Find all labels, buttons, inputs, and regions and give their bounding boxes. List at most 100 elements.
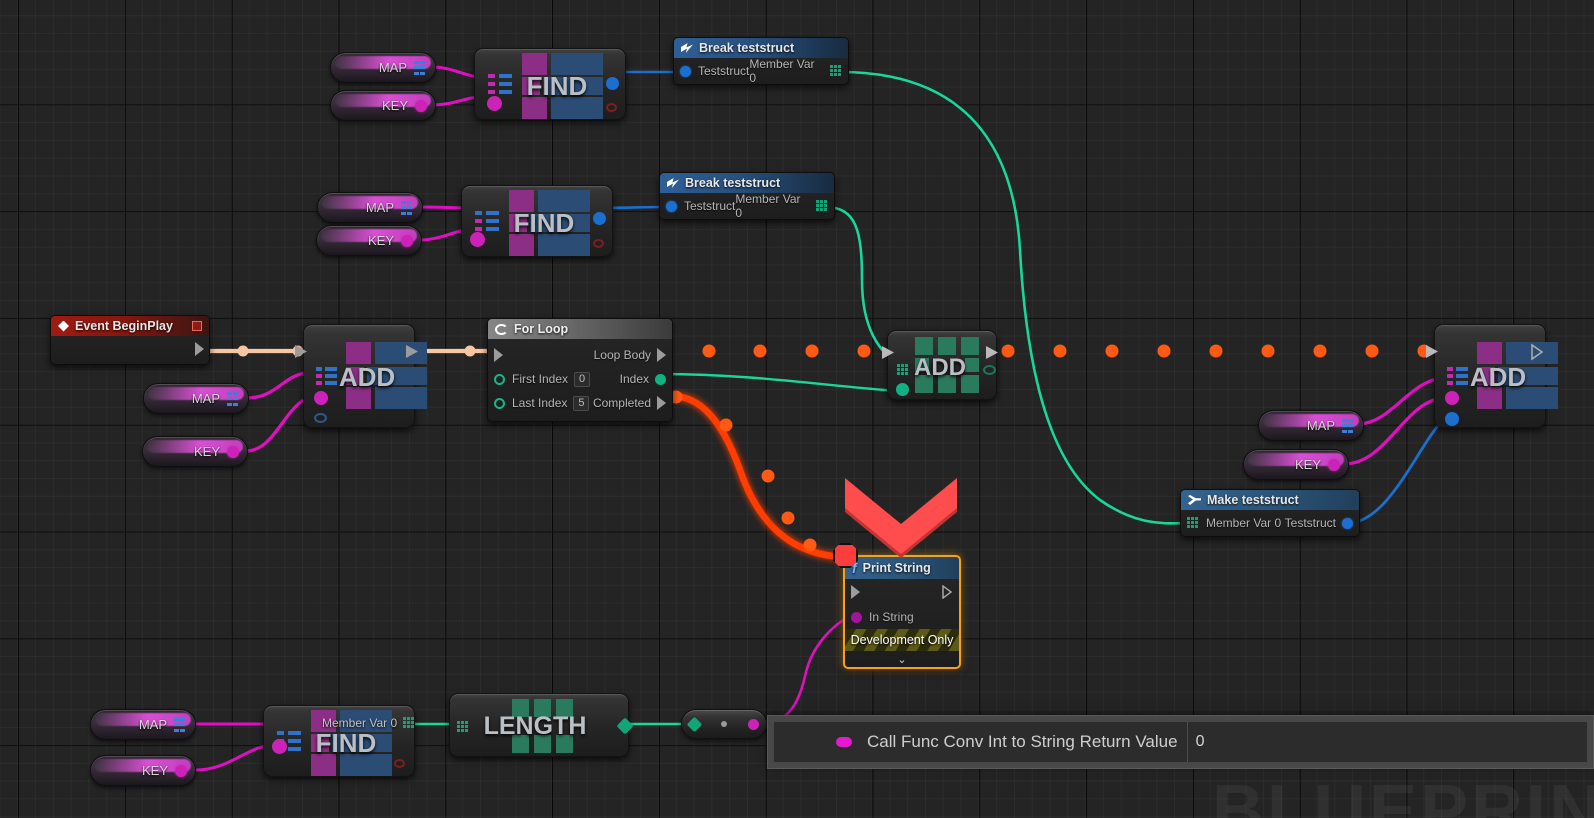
map-pin-icon[interactable]	[1342, 418, 1355, 433]
exec-in-pin[interactable]	[494, 348, 503, 362]
var-pill-map-2[interactable]: MAP	[317, 192, 423, 223]
var-pill-map-5[interactable]: MAP	[90, 709, 196, 740]
node-print-string[interactable]: f Print String In String Development Onl…	[843, 555, 961, 669]
value-pin-icon[interactable]	[401, 234, 413, 247]
node-event-begin-play[interactable]: Event BeginPlay	[50, 315, 210, 365]
node-title-bar: Break teststruct	[660, 173, 834, 193]
teststruct-in-label: Teststruct	[698, 64, 750, 78]
var-pill-key-2[interactable]: KEY	[316, 225, 422, 256]
watch-value-window[interactable]: Call Func Conv Int to String Return Valu…	[767, 715, 1594, 769]
add-1-key-pin[interactable]	[314, 391, 328, 405]
find-2-bool-pin[interactable]	[593, 239, 604, 248]
var-pill-map-3[interactable]: MAP	[143, 383, 249, 414]
print-exec-row	[845, 579, 959, 605]
map-pin-icon[interactable]	[174, 717, 187, 732]
map-pin-icon[interactable]	[401, 200, 414, 215]
var-pill-label: KEY	[141, 763, 168, 778]
completed-exec-pin[interactable]	[657, 396, 666, 410]
add-1-glyphs: ADD	[295, 325, 427, 427]
add-3-value-pin[interactable]	[1445, 412, 1459, 426]
member-var-0-label: Member Var 0	[1206, 516, 1282, 530]
blueprint-graph-canvas[interactable]: Event BeginPlay For Loop Loop Body First…	[0, 0, 1594, 818]
var-pill-map-4[interactable]: MAP	[1258, 410, 1364, 441]
teststruct-in-pin[interactable]	[666, 200, 677, 212]
in-string-pin[interactable]	[851, 611, 862, 623]
node-length[interactable]: LENGTH	[449, 693, 634, 757]
node-break-teststruct-1[interactable]: Break teststruct Teststruct Member Var 0	[673, 37, 849, 85]
break-struct-icon	[667, 178, 679, 188]
loop-body-exec-pin[interactable]	[657, 348, 666, 362]
stop-square-icon[interactable]	[192, 321, 202, 331]
for-loop-last-index-row: Last Index 5 Completed	[488, 391, 672, 415]
member-var-0-overlay-label: Member Var 0	[322, 716, 398, 730]
index-out-pin[interactable]	[655, 373, 666, 385]
first-index-value[interactable]: 0	[574, 371, 591, 387]
map-pin-icon[interactable]	[414, 60, 427, 75]
add-2-bool-out-pin[interactable]	[983, 365, 996, 375]
find-1-out-pin[interactable]	[606, 77, 619, 90]
exec-out-pin[interactable]	[195, 342, 204, 356]
index-label: Index	[619, 372, 649, 386]
print-in-string-row: In String	[845, 605, 959, 629]
first-index-pin[interactable]	[494, 373, 505, 385]
var-pill-key-5[interactable]: KEY	[90, 755, 196, 786]
conv-out-pin[interactable]	[748, 718, 759, 730]
var-pill-key-1[interactable]: KEY	[330, 90, 436, 121]
node-find-1[interactable]: FIND	[474, 48, 626, 120]
find-1-bool-pin[interactable]	[606, 103, 617, 112]
last-index-value[interactable]: 5	[573, 395, 590, 411]
node-break-teststruct-2[interactable]: Break teststruct Teststruct Member Var 0	[659, 172, 835, 220]
string-pin-icon	[836, 737, 852, 747]
exec-in-pin[interactable]	[851, 585, 860, 599]
value-pin-icon[interactable]	[175, 764, 187, 777]
teststruct-in-label: Teststruct	[684, 199, 736, 213]
completed-label: Completed	[592, 396, 651, 410]
add-3-glyphs: ADD	[1426, 325, 1558, 427]
node-find-2[interactable]: FIND	[461, 185, 613, 257]
find-3-label: FIND	[315, 728, 377, 758]
add-1-bool-pin[interactable]	[314, 413, 327, 423]
var-pill-label: KEY	[381, 98, 408, 113]
member-var-0-out-pin[interactable]	[816, 200, 828, 212]
find-2-label: FIND	[513, 208, 575, 238]
var-pill-map-1[interactable]: MAP	[330, 52, 436, 83]
exec-out-pin[interactable]	[942, 584, 953, 600]
last-index-pin[interactable]	[494, 397, 505, 409]
member-var-0-in-pin[interactable]	[1187, 517, 1199, 529]
node-add-3[interactable]: ADD	[1426, 324, 1558, 428]
watch-separator	[1186, 722, 1188, 762]
member-var-0-out-pin[interactable]	[830, 65, 842, 77]
teststruct-out-pin[interactable]	[1342, 517, 1353, 529]
node-title-bar: Event BeginPlay	[51, 316, 209, 336]
node-add-1[interactable]: ADD	[295, 324, 427, 428]
node-for-loop[interactable]: For Loop Loop Body First Index 0 Index L…	[487, 318, 673, 422]
find-1-glyphs: FIND	[475, 49, 625, 119]
var-pill-key-4[interactable]: KEY	[1243, 449, 1349, 480]
chevron-down-icon[interactable]: ⌄	[845, 651, 959, 667]
member-var-0-overlay-pin[interactable]	[403, 717, 415, 729]
find-3-bool-pin[interactable]	[394, 759, 405, 768]
value-pin-icon[interactable]	[1328, 458, 1340, 471]
conv-center-dot	[721, 721, 727, 727]
node-add-2[interactable]: ADD	[882, 330, 998, 400]
node-title-label: Print String	[862, 561, 931, 575]
pointer-arrow-icon	[845, 478, 957, 558]
node-make-teststruct[interactable]: Make teststruct Member Var 0 Teststruct	[1180, 489, 1360, 537]
node-title-label: Make teststruct	[1207, 493, 1299, 507]
value-pin-icon[interactable]	[227, 445, 239, 458]
member-var-0-label: Member Var 0	[749, 57, 815, 85]
teststruct-in-pin[interactable]	[680, 65, 691, 77]
conv-in-pin[interactable]	[686, 716, 703, 732]
add-3-key-pin[interactable]	[1445, 391, 1459, 405]
find-2-out-pin[interactable]	[593, 212, 606, 225]
node-title-label: Break teststruct	[685, 176, 781, 190]
add-2-value-in-pin[interactable]	[896, 383, 909, 396]
value-pin-icon[interactable]	[415, 99, 427, 112]
map-pin-icon[interactable]	[227, 391, 240, 406]
length-label: LENGTH	[483, 712, 587, 740]
var-pill-key-3[interactable]: KEY	[142, 436, 248, 467]
node-conv-int-to-string[interactable]	[681, 709, 767, 739]
watch-label: Call Func Conv Int to String Return Valu…	[867, 732, 1178, 751]
watch-value: 0	[1195, 733, 1205, 750]
event-diamond-icon	[58, 320, 69, 332]
